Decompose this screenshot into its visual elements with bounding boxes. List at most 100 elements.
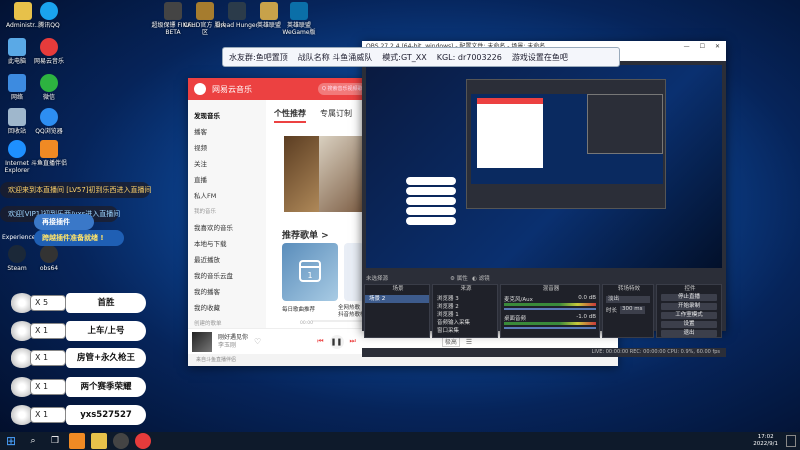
tab-custom[interactable]: 专属订制 xyxy=(320,108,352,123)
sidebar-item-cloud[interactable]: 我的音乐云盘 xyxy=(194,268,260,284)
tag-count: X 1 xyxy=(30,379,66,395)
taskbar-explorer-icon[interactable] xyxy=(91,433,107,449)
duration-input[interactable]: 300 ms xyxy=(620,306,645,314)
ie-icon xyxy=(8,140,26,158)
svg-text:1: 1 xyxy=(307,271,312,280)
desktop-icon-qq[interactable]: 腾讯QQ xyxy=(26,2,72,29)
system-clock[interactable]: 17:02 2022/9/1 xyxy=(753,434,778,448)
volume-meter xyxy=(504,322,596,325)
start-recording-button[interactable]: 开始录制 xyxy=(661,303,717,310)
sidebar-item-discover[interactable]: 发现音乐 xyxy=(194,108,260,124)
stop-streaming-button[interactable]: 停止直播 xyxy=(661,294,717,301)
sources-panel: 来源 浏览器 3 浏览器 2 浏览器 1 音频输入采集 窗口采集 xyxy=(432,284,498,338)
desktop-icon-obs[interactable]: obs64 xyxy=(26,245,72,272)
wechat-icon xyxy=(40,74,58,92)
exit-button[interactable]: 退出 xyxy=(661,330,717,337)
obs-window[interactable]: OBS 27.2.4 (64-bit, windows) - 配置文件: 未命名… xyxy=(362,41,726,357)
desktop-icon-douyu[interactable]: 斗鱼直播伴侣 xyxy=(26,140,72,167)
transition-select[interactable]: 淡出 xyxy=(606,296,650,303)
sidebar-item-fm[interactable]: 私人FM xyxy=(194,188,260,204)
source-item[interactable]: 音频输入采集 xyxy=(433,319,497,327)
chat-message: 跨越插件准备就绪 ! xyxy=(34,230,124,246)
tag-name: 上车/上号 xyxy=(66,321,146,341)
sidebar-item-collection[interactable]: 我的收藏 xyxy=(194,300,260,316)
name-tag: X 1 两个赛季荣耀 xyxy=(10,377,146,397)
sidebar-item-podcast[interactable]: 播客 xyxy=(194,124,260,140)
volume-meter xyxy=(504,303,596,306)
daily-playlist-card[interactable]: 1 xyxy=(282,243,338,301)
desktop-icon-wechat[interactable]: 微信 xyxy=(26,74,72,101)
taskbar: ⊞ ⌕ ❐ 17:02 2022/9/1 xyxy=(0,432,800,450)
section-title[interactable]: 推荐歌单 > xyxy=(282,228,329,241)
task-view-icon[interactable]: ❐ xyxy=(47,433,63,449)
source-item[interactable]: 浏览器 1 xyxy=(433,311,497,319)
obs-icon xyxy=(40,245,58,263)
music-sidebar: 发现音乐 播客 视频 关注 直播 私人FM 我的音乐 我喜欢的音乐 本地与下载 … xyxy=(188,100,266,328)
tag-name: 房管+永久枪王 xyxy=(66,348,146,368)
tag-count: X 1 xyxy=(30,350,66,366)
studio-mode-button[interactable]: 工作室模式 xyxy=(661,312,717,319)
properties-button[interactable]: ⚙ 属性 xyxy=(450,274,468,282)
source-item[interactable]: 窗口采集 xyxy=(433,327,497,335)
volume-slider[interactable] xyxy=(504,327,596,329)
banner-item: 游戏设置在鱼吧 xyxy=(511,52,568,62)
desktop-icon-qq-browser[interactable]: QQ浏览器 xyxy=(26,108,72,135)
minimize-icon[interactable]: — xyxy=(684,41,690,53)
taskbar-douyu-icon[interactable] xyxy=(69,433,85,449)
sidebar-section-my-music: 我的音乐 xyxy=(194,209,217,215)
desktop-icon-netease[interactable]: 网易云音乐 xyxy=(26,38,72,65)
sidebar-item-follow[interactable]: 关注 xyxy=(194,156,260,172)
prev-icon[interactable]: ⏮ xyxy=(317,337,323,346)
transitions-panel: 转场特效 淡出 时长 300 ms xyxy=(602,284,654,338)
banner-item: 战队名称 斗鱼涌威队 xyxy=(297,52,373,62)
desktop-icon-lol-wegame[interactable]: 英雄联盟 WeGame版 xyxy=(276,2,322,36)
tab-recommend[interactable]: 个性推荐 xyxy=(274,108,306,123)
music-app-name: 网易云音乐 xyxy=(212,84,252,94)
tag-count: X 5 xyxy=(30,295,66,311)
hot-playlist-card[interactable] xyxy=(344,243,364,301)
scene-item[interactable]: 场景 2 xyxy=(365,295,429,303)
obs-preview[interactable] xyxy=(366,65,722,268)
sidebar-item-local[interactable]: 本地与下载 xyxy=(194,236,260,252)
taskbar-netease-icon[interactable] xyxy=(135,433,151,449)
sidebar-item-live[interactable]: 直播 xyxy=(194,172,260,188)
tag-name: yxs527527 xyxy=(66,405,146,425)
qq-icon xyxy=(40,2,58,20)
sidebar-item-my-podcast[interactable]: 我的播客 xyxy=(194,284,260,300)
netease-music-icon xyxy=(40,38,58,56)
chat-message: 再接插件 xyxy=(34,214,94,230)
banner-item: 模式:GT_XX xyxy=(382,52,427,62)
next-icon[interactable]: ⏭ xyxy=(350,337,356,346)
source-item[interactable]: 浏览器 2 xyxy=(433,303,497,311)
windows-start-icon[interactable]: ⊞ xyxy=(3,433,19,449)
no-source-label: 未选择源 xyxy=(366,276,389,282)
window-controls: — ☐ ✕ xyxy=(684,41,726,53)
like-icon[interactable]: ♡ xyxy=(254,337,261,346)
source-item[interactable]: 浏览器 3 xyxy=(433,295,497,303)
maximize-icon[interactable]: ☐ xyxy=(700,41,705,53)
card-label-daily: 每日歌曲推荐 xyxy=(282,307,316,313)
filters-button[interactable]: ◐ 滤镜 xyxy=(472,274,490,282)
sidebar-item-liked[interactable]: 我喜欢的音乐 xyxy=(194,220,260,236)
sidebar-item-recent[interactable]: 最近播放 xyxy=(194,252,260,268)
mixer-channel: 麦克风/Aux 0.0 dB xyxy=(504,295,596,303)
play-pause-icon[interactable]: ❚❚ xyxy=(329,334,344,349)
notification-icon[interactable] xyxy=(786,435,796,447)
search-icon[interactable]: ⌕ xyxy=(25,433,41,449)
album-cover[interactable] xyxy=(192,331,212,352)
close-icon[interactable]: ✕ xyxy=(715,41,720,53)
calendar-icon: 1 xyxy=(299,260,321,282)
banner-item: KGL: dr7003226 xyxy=(436,52,502,62)
settings-button[interactable]: 设置 xyxy=(661,321,717,328)
taskbar-obs-icon[interactable] xyxy=(113,433,129,449)
recycle-bin-icon xyxy=(8,108,26,126)
lol-wegame-icon xyxy=(290,2,308,20)
volume-slider[interactable] xyxy=(504,308,596,310)
mixer-panel: 混音器 麦克风/Aux 0.0 dB 桌面音频 -1.0 dB xyxy=(500,284,600,338)
mixer-channel: 桌面音频 -1.0 dB xyxy=(504,314,596,322)
sidebar-item-video[interactable]: 视频 xyxy=(194,140,260,156)
game-icon xyxy=(164,2,182,20)
computer-icon xyxy=(8,38,26,56)
obs-statusbar: LIVE: 00:00:00 REC: 00:00:00 CPU: 0.9%, … xyxy=(362,348,726,357)
track-title: 刚好遇见你 xyxy=(218,333,249,341)
